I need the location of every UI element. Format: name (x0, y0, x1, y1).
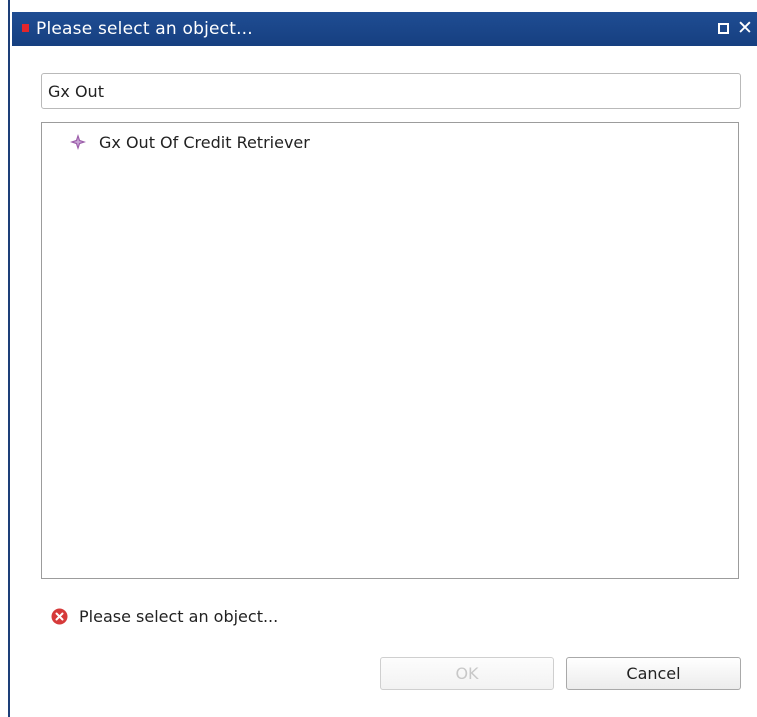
maximize-icon[interactable] (718, 23, 729, 34)
dialog-title: Please select an object... (36, 19, 253, 39)
results-list[interactable]: Gx Out Of Credit Retriever (41, 122, 739, 579)
status-message-row: Please select an object... (51, 604, 278, 628)
ok-button[interactable]: OK (380, 657, 554, 690)
title-marker-icon (22, 24, 29, 32)
error-icon (51, 608, 68, 624)
cancel-button[interactable]: Cancel (566, 657, 741, 690)
list-item-gx-out-of-credit-retriever[interactable]: Gx Out Of Credit Retriever (69, 129, 310, 155)
status-message: Please select an object... (79, 606, 279, 626)
select-object-dialog: Please select an object... ✕ Gx Out Of C… (0, 0, 757, 717)
list-item-label: Gx Out Of Credit Retriever (99, 132, 310, 152)
dialog-title-bar[interactable]: Please select an object... ✕ (12, 12, 757, 46)
sparkle-icon (70, 134, 86, 150)
close-icon[interactable]: ✕ (735, 17, 755, 39)
filter-input[interactable] (41, 73, 741, 109)
background-window-edge (0, 0, 10, 717)
